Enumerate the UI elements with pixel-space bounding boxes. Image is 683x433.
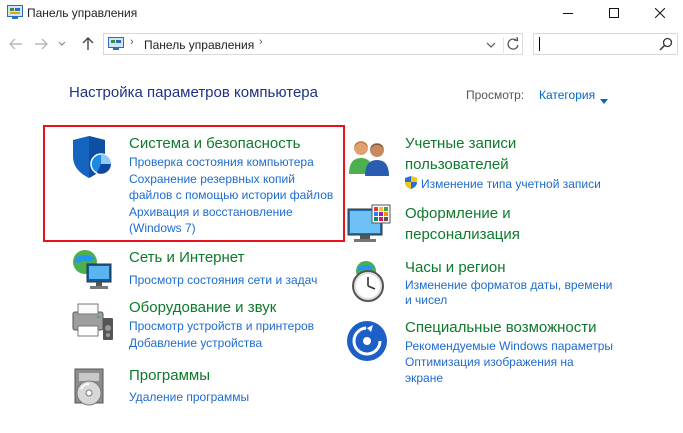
- breadcrumb-separator[interactable]: ›: [130, 36, 134, 48]
- link-optimize-display[interactable]: Оптимизация изображения на: [405, 354, 574, 370]
- minimize-icon: [563, 13, 573, 14]
- ease-of-access-icon[interactable]: [346, 318, 392, 364]
- title-bar: Панель управления: [0, 0, 683, 26]
- link-optimize-display-cont[interactable]: экране: [405, 370, 443, 386]
- close-icon: [655, 8, 665, 18]
- uac-shield-icon: [405, 176, 417, 189]
- link-add-device[interactable]: Добавление устройства: [129, 335, 262, 351]
- link-devices-printers[interactable]: Просмотр устройств и принтеров: [129, 318, 314, 334]
- category-title-clock[interactable]: Часы и регион: [405, 258, 506, 278]
- search-icon: [659, 37, 673, 51]
- link-file-history[interactable]: Сохранение резервных копий: [129, 171, 295, 187]
- printer-icon[interactable]: [69, 298, 115, 344]
- link-date-time-formats[interactable]: Изменение форматов даты, времени: [405, 277, 613, 293]
- maximize-icon: [609, 8, 619, 18]
- link-network-status[interactable]: Просмотр состояния сети и задач: [129, 272, 317, 288]
- maximize-button[interactable]: [591, 0, 637, 26]
- category-title-access[interactable]: Специальные возможности: [405, 318, 597, 338]
- up-button[interactable]: [80, 36, 96, 52]
- category-title-network[interactable]: Сеть и Интернет: [129, 248, 245, 268]
- users-icon[interactable]: [346, 134, 392, 180]
- category-title-hardware[interactable]: Оборудование и звук: [129, 298, 276, 318]
- category-title-system[interactable]: Система и безопасность: [129, 134, 300, 154]
- text-cursor: [539, 37, 540, 51]
- breadcrumb-separator[interactable]: ›: [259, 36, 263, 48]
- link-check-status[interactable]: Проверка состояния компьютера: [129, 154, 314, 170]
- category-title-appearance[interactable]: Оформление и: [405, 204, 511, 224]
- chevron-down-icon: [58, 41, 66, 46]
- address-history-button[interactable]: [484, 38, 498, 50]
- back-button[interactable]: [8, 36, 24, 52]
- control-panel-icon: [7, 5, 23, 20]
- search-input[interactable]: [533, 33, 678, 55]
- link-date-time-formats-cont[interactable]: и чисел: [405, 292, 447, 308]
- refresh-button[interactable]: [503, 36, 519, 53]
- navigation-bar: › Панель управления ›: [0, 28, 683, 62]
- window-title: Панель управления: [27, 6, 138, 20]
- refresh-icon: [507, 36, 519, 50]
- recent-locations-button[interactable]: [57, 36, 67, 52]
- link-backup-restore[interactable]: Архивация и восстановление: [129, 204, 293, 220]
- view-by-dropdown[interactable]: Категория: [539, 88, 595, 102]
- link-file-history-cont[interactable]: файлов с помощью истории файлов: [129, 187, 333, 203]
- link-recommended-settings[interactable]: Рекомендуемые Windows параметры: [405, 338, 613, 354]
- link-backup-restore-cont[interactable]: (Windows 7): [129, 220, 196, 236]
- chevron-down-icon: [486, 42, 496, 48]
- appearance-monitor-icon[interactable]: [346, 203, 392, 249]
- category-title-accounts-cont[interactable]: пользователей: [405, 155, 509, 175]
- network-globe-icon[interactable]: [69, 248, 115, 294]
- forward-button[interactable]: [33, 36, 49, 52]
- arrow-up-icon: [82, 37, 94, 50]
- category-title-appearance-cont[interactable]: персонализация: [405, 225, 520, 245]
- caret-down-icon[interactable]: [600, 92, 608, 104]
- view-by-label: Просмотр:: [466, 88, 525, 102]
- category-title-accounts[interactable]: Учетные записи: [405, 134, 516, 154]
- breadcrumb-item[interactable]: Панель управления: [144, 38, 254, 52]
- link-uninstall-program[interactable]: Удаление программы: [129, 389, 249, 405]
- arrow-right-icon: [35, 38, 48, 50]
- close-button[interactable]: [637, 0, 683, 26]
- address-field[interactable]: › Панель управления ›: [103, 33, 523, 55]
- category-title-programs[interactable]: Программы: [129, 366, 210, 386]
- shield-icon[interactable]: [69, 134, 115, 180]
- minimize-button[interactable]: [545, 0, 591, 26]
- page-title: Настройка параметров компьютера: [69, 84, 318, 101]
- clock-icon[interactable]: [346, 258, 392, 304]
- programs-disc-icon[interactable]: [69, 365, 115, 411]
- control-panel-icon: [108, 37, 124, 51]
- link-change-account-type[interactable]: Изменение типа учетной записи: [421, 176, 601, 192]
- arrow-left-icon: [9, 38, 22, 50]
